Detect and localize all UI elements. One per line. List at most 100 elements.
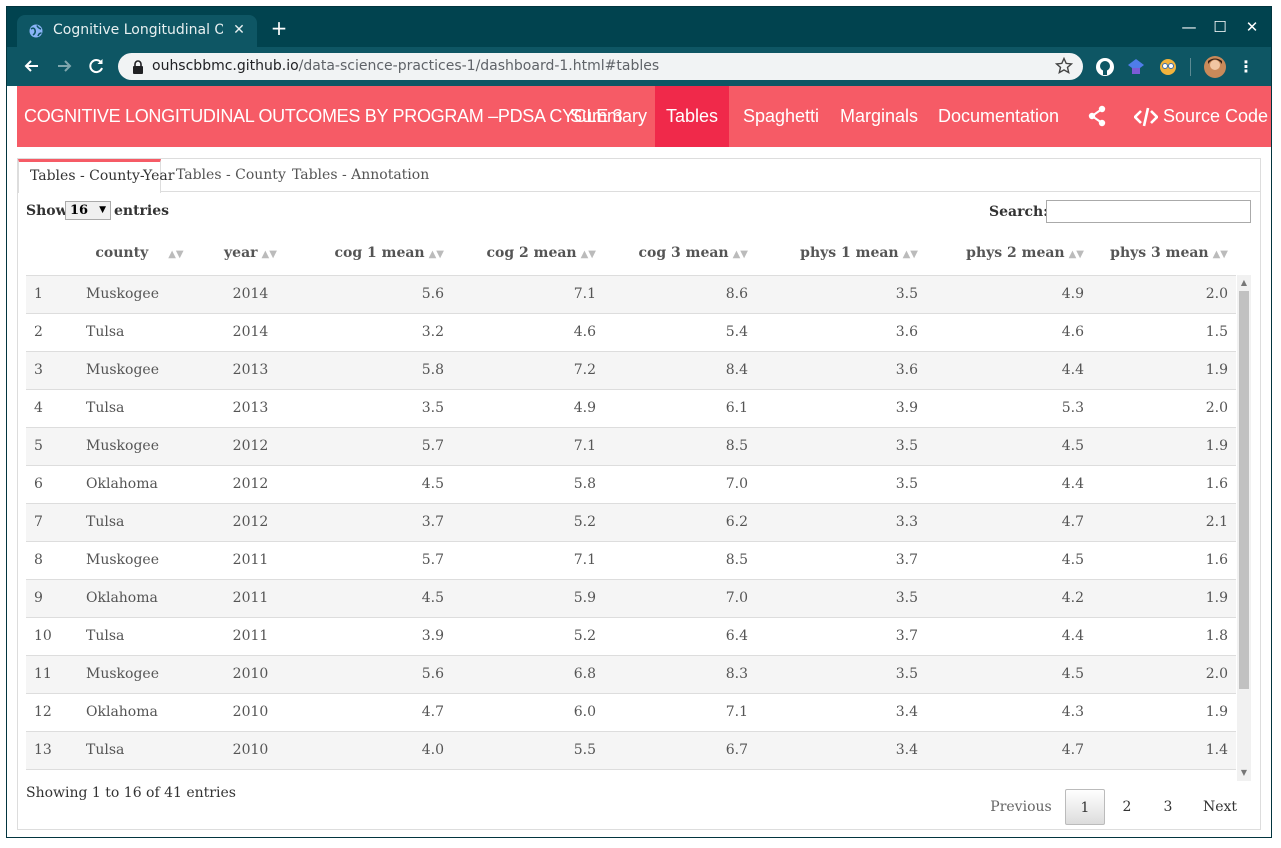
cell-year: 2011: [201, 541, 300, 580]
pagination-previous[interactable]: Previous: [986, 789, 1056, 825]
page-length-select[interactable]: 16 ▼: [65, 201, 111, 220]
select-arrow-icon: ▼: [99, 205, 106, 215]
column-header-phys2[interactable]: phys 2 mean ▲▼: [926, 232, 1092, 276]
cell-county: Muskogee: [78, 427, 201, 466]
column-header-county[interactable]: county ▲▼: [78, 232, 201, 276]
scroll-up-icon[interactable]: ▲: [1237, 277, 1251, 289]
url-text: ouhscbbmc.github.io/data-science-practic…: [152, 58, 660, 74]
cell-year: 2011: [201, 617, 300, 656]
entries-label: entries: [114, 203, 170, 219]
table-tabs: Tables - County-Year Tables - County Tab…: [18, 159, 1260, 193]
cell-cog3-mean: 6.7: [604, 731, 756, 770]
tab-county[interactable]: Tables - County: [176, 159, 286, 192]
pagination-page-1[interactable]: 1: [1065, 789, 1105, 825]
cell-phys1-mean: 3.3: [756, 503, 926, 542]
extension-cap-icon[interactable]: [1126, 57, 1146, 77]
column-header-phys3[interactable]: phys 3 mean ▲▼: [1092, 232, 1236, 276]
cell-year: 2010: [201, 655, 300, 694]
table-row: 2 Tulsa 2014 3.2 4.6 5.4 3.6 4.6 1.5: [26, 313, 1236, 352]
forward-arrow-icon[interactable]: [53, 55, 75, 77]
dashboard-navbar: COGNITIVE LONGITUDINAL OUTCOMES BY PROGR…: [17, 86, 1271, 147]
tab-close-icon[interactable]: ✕: [229, 19, 249, 41]
show-label: Show: [26, 203, 68, 219]
profile-avatar[interactable]: [1204, 56, 1226, 78]
cell-phys3-mean: 1.9: [1092, 693, 1236, 732]
cell-row-index: 10: [26, 617, 78, 656]
browser-tab[interactable]: Cognitive Longitudinal Outcomes ✕: [17, 15, 257, 47]
cell-row-index: 2: [26, 313, 78, 352]
browser-menu-icon[interactable]: ⋮: [1236, 56, 1256, 78]
cell-cog3-mean: 6.4: [604, 617, 756, 656]
cell-row-index: 11: [26, 655, 78, 694]
nav-summary[interactable]: Summary: [570, 86, 647, 147]
nav-tables[interactable]: Tables: [655, 86, 729, 147]
share-icon[interactable]: [1087, 105, 1107, 127]
maximize-icon[interactable]: ☐: [1208, 15, 1232, 39]
cell-cog2-mean: 6.8: [452, 655, 604, 694]
nav-spaghetti[interactable]: Spaghetti: [743, 86, 819, 147]
table-row: 10 Tulsa 2011 3.9 5.2 6.4 3.7 4.4 1.8: [26, 617, 1236, 656]
cell-county: Tulsa: [78, 617, 201, 656]
page-length-value: 16: [70, 203, 89, 218]
search-input[interactable]: [1046, 200, 1251, 223]
tab-county-year[interactable]: Tables - County-Year: [18, 159, 174, 193]
cell-year: 2013: [201, 351, 300, 390]
back-arrow-icon[interactable]: [21, 55, 43, 77]
pagination-page-2[interactable]: 2: [1110, 789, 1144, 825]
scroll-down-icon[interactable]: ▼: [1237, 767, 1251, 779]
table-row: 13 Tulsa 2010 4.0 5.5 6.7 3.4 4.7 1.4: [26, 731, 1236, 770]
cell-phys2-mean: 4.7: [926, 731, 1092, 770]
cell-county: Oklahoma: [78, 579, 201, 618]
column-header-cog3[interactable]: cog 3 mean ▲▼: [604, 232, 756, 276]
new-tab-icon[interactable]: +: [269, 17, 289, 39]
pagination-next[interactable]: Next: [1198, 789, 1242, 825]
table-row: 6 Oklahoma 2012 4.5 5.8 7.0 3.5 4.4 1.6: [26, 465, 1236, 504]
nav-documentation[interactable]: Documentation: [938, 86, 1059, 147]
cell-phys1-mean: 3.5: [756, 427, 926, 466]
cell-cog2-mean: 7.2: [452, 351, 604, 390]
reload-icon[interactable]: [85, 55, 107, 77]
table-row: 8 Muskogee 2011 5.7 7.1 8.5 3.7 4.5 1.6: [26, 541, 1236, 580]
cell-year: 2013: [201, 389, 300, 428]
table-row: 3 Muskogee 2013 5.8 7.2 8.4 3.6 4.4 1.9: [26, 351, 1236, 390]
column-header-year[interactable]: year ▲▼: [201, 232, 300, 276]
cell-phys1-mean: 3.5: [756, 579, 926, 618]
cell-phys2-mean: 5.3: [926, 389, 1092, 428]
column-header-phys1[interactable]: phys 1 mean ▲▼: [756, 232, 926, 276]
cell-phys2-mean: 4.3: [926, 693, 1092, 732]
extension-face-icon[interactable]: [1158, 57, 1178, 77]
column-header-cog2[interactable]: cog 2 mean ▲▼: [452, 232, 604, 276]
nav-marginals[interactable]: Marginals: [840, 86, 918, 147]
cell-cog1-mean: 5.8: [300, 351, 452, 390]
cell-phys3-mean: 2.0: [1092, 655, 1236, 694]
cell-phys3-mean: 1.6: [1092, 541, 1236, 580]
cell-phys2-mean: 4.4: [926, 617, 1092, 656]
cell-cog2-mean: 5.2: [452, 617, 604, 656]
address-bar[interactable]: ouhscbbmc.github.io/data-science-practic…: [118, 53, 1083, 80]
close-window-icon[interactable]: ✕: [1240, 15, 1264, 39]
tab-annotation[interactable]: Tables - Annotation: [292, 159, 429, 192]
cell-cog2-mean: 5.5: [452, 731, 604, 770]
cell-phys2-mean: 4.5: [926, 655, 1092, 694]
cell-cog3-mean: 8.3: [604, 655, 756, 694]
cell-cog1-mean: 5.7: [300, 427, 452, 466]
column-header-cog1[interactable]: cog 1 mean ▲▼: [300, 232, 452, 276]
cell-county: Muskogee: [78, 655, 201, 694]
cell-phys1-mean: 3.6: [756, 351, 926, 390]
scrollbar-thumb[interactable]: [1239, 291, 1249, 689]
bookmark-star-icon[interactable]: [1055, 57, 1073, 75]
table-scrollbar[interactable]: ▲ ▼: [1237, 275, 1251, 781]
pagination-page-3[interactable]: 3: [1151, 789, 1185, 825]
minimize-icon[interactable]: —: [1177, 15, 1201, 39]
table-header-row: county ▲▼ year ▲▼ cog 1 mean ▲▼ cog 2 mean ▲…: [26, 232, 1236, 276]
cell-phys1-mean: 3.7: [756, 617, 926, 656]
cell-year: 2012: [201, 465, 300, 504]
cell-phys1-mean: 3.5: [756, 465, 926, 504]
cell-cog1-mean: 3.5: [300, 389, 452, 428]
code-icon[interactable]: [1134, 107, 1158, 127]
nav-source-code[interactable]: Source Code: [1163, 86, 1268, 147]
cell-row-index: 8: [26, 541, 78, 580]
table-row: 11 Muskogee 2010 5.6 6.8 8.3 3.5 4.5 2.0: [26, 655, 1236, 694]
github-icon[interactable]: [1095, 57, 1115, 77]
cell-phys2-mean: 4.5: [926, 427, 1092, 466]
